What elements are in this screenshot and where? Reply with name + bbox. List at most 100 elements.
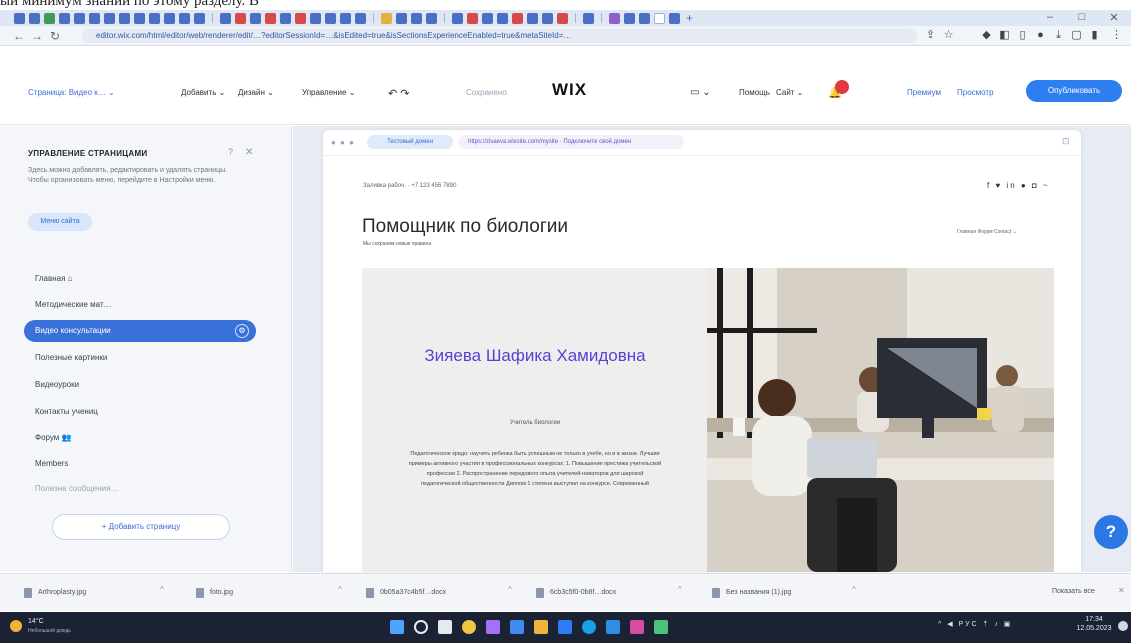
tab-icon[interactable]	[355, 12, 366, 24]
tab-icon[interactable]	[340, 12, 351, 24]
share-icon[interactable]: ⇪	[924, 29, 937, 42]
tab-icon[interactable]	[14, 12, 25, 24]
tab-icon[interactable]	[583, 12, 594, 24]
tab-icon[interactable]	[452, 12, 463, 24]
chevron-up-icon[interactable]: ^	[678, 585, 682, 594]
page-item-members[interactable]: Members	[35, 459, 68, 468]
page-item-videolessons[interactable]: Видеоуроки	[35, 380, 79, 389]
site-navigation[interactable]: Главная Форум Contact ⌄	[957, 229, 1017, 235]
store-icon[interactable]	[558, 620, 572, 634]
reload-icon[interactable]: ↻	[46, 29, 64, 43]
telegram-icon[interactable]	[582, 620, 596, 634]
preview-button[interactable]: Просмотр	[957, 88, 994, 97]
tab-icon[interactable]	[194, 12, 205, 24]
pin-icon[interactable]: ▮	[1088, 29, 1101, 42]
help-menu[interactable]: Помощь	[739, 88, 770, 97]
forward-arrow-icon[interactable]: →	[28, 29, 46, 43]
tab-icon[interactable]	[29, 12, 40, 24]
word-icon[interactable]	[606, 620, 620, 634]
tab-icon[interactable]	[310, 12, 321, 24]
tab-icon[interactable]	[497, 12, 508, 24]
tab-icon[interactable]	[250, 12, 261, 24]
puzzle-icon[interactable]: ◧	[998, 29, 1011, 42]
tab-icon[interactable]	[265, 12, 276, 24]
maximize-button[interactable]: □	[1072, 11, 1092, 23]
collections-icon[interactable]: ▢	[1070, 29, 1083, 42]
chrome-icon[interactable]	[462, 620, 476, 634]
manage-menu[interactable]: Управление ⌄	[302, 88, 355, 97]
undo-icon[interactable]: ↶ ↷	[388, 87, 410, 100]
tab-icon[interactable]	[89, 12, 100, 24]
start-icon[interactable]	[390, 620, 404, 634]
close-icon[interactable]: ✕	[245, 147, 253, 158]
taskbar-clock[interactable]: 17:34 12.05.2023	[1075, 615, 1113, 633]
chevron-up-icon[interactable]: ^	[338, 585, 342, 594]
social-icons[interactable]: f ♥ in ● ◘ ~	[987, 181, 1050, 190]
tab-icon[interactable]	[179, 12, 190, 24]
notification-center-icon[interactable]	[1118, 621, 1128, 631]
help-icon[interactable]: ?	[228, 147, 233, 157]
hero-office-photo[interactable]	[707, 268, 1054, 572]
app3-icon[interactable]	[654, 620, 668, 634]
profile-icon[interactable]: ●	[1034, 29, 1047, 42]
file-explorer-icon[interactable]	[534, 620, 548, 634]
domain-chip[interactable]: Тестовый домен	[367, 135, 453, 149]
upgrade-button[interactable]: Премиум	[907, 88, 941, 97]
back-arrow-icon[interactable]: ←	[10, 29, 28, 43]
minimize-button[interactable]: –	[1040, 11, 1060, 23]
download-item[interactable]: 6cb3c5f0-0b8f…docx	[536, 586, 616, 600]
gear-icon[interactable]: ⚙	[235, 324, 249, 338]
tab-icon[interactable]	[325, 12, 336, 24]
tab-icon[interactable]	[467, 12, 478, 24]
add-menu[interactable]: Добавить ⌄	[181, 88, 225, 97]
bookmark-star-icon[interactable]: ☆	[942, 29, 955, 42]
tab-icon[interactable]	[44, 12, 55, 24]
page-item-messages[interactable]: Полезна сообщения…	[35, 484, 118, 493]
show-all-downloads[interactable]: Показать все	[1052, 588, 1095, 595]
address-input[interactable]: editor.wix.com/html/editor/web/renderer/…	[82, 29, 917, 43]
tab-icon[interactable]	[295, 12, 306, 24]
page-item-video-selected[interactable]: Видео консультации ⚙	[24, 320, 256, 342]
page-item-contacts[interactable]: Контакты учениц	[35, 407, 98, 416]
domain-url-chip[interactable]: https://zivaeva.wixsite.com/mysite · Под…	[458, 135, 684, 149]
browser-menu-icon[interactable]: ⋮	[1110, 29, 1123, 42]
download-item[interactable]: Arthroplasty.jpg	[24, 586, 86, 600]
tab-icon[interactable]	[542, 12, 553, 24]
tab-icon[interactable]	[609, 12, 620, 24]
page-item-methods[interactable]: Методические мат…	[35, 300, 112, 309]
search-icon[interactable]	[414, 620, 428, 634]
tab-icon[interactable]	[512, 12, 523, 24]
download-item[interactable]: foto.jpg	[196, 586, 233, 600]
tab-icon[interactable]	[527, 12, 538, 24]
design-menu[interactable]: Дизайн ⌄	[238, 88, 274, 97]
tab-icon[interactable]	[280, 12, 291, 24]
new-tab-button[interactable]: +	[684, 12, 695, 24]
tab-icon[interactable]	[74, 12, 85, 24]
tab-active[interactable]	[654, 12, 665, 24]
tab-icon[interactable]	[381, 12, 392, 24]
add-page-button[interactable]: + Добавить страницу	[52, 514, 230, 540]
tab-icon[interactable]	[557, 12, 568, 24]
chevron-up-icon[interactable]: ^	[160, 585, 164, 594]
page-item-home[interactable]: Главная ⌂	[35, 274, 73, 283]
weather-widget[interactable]: 14°C Небольшой дождь	[10, 616, 120, 638]
tab-icon[interactable]	[104, 12, 115, 24]
tab-icon[interactable]	[624, 12, 635, 24]
device-switch-icon[interactable]: ▭ ⌄	[690, 87, 711, 98]
page-selector[interactable]: Страница: Видео к… ⌄	[28, 88, 115, 97]
system-tray[interactable]: ^ ◀ РУС ⇡ ♪ ▣	[938, 620, 1012, 628]
tab-icon[interactable]	[235, 12, 246, 24]
download-icon[interactable]: ⤓	[1052, 29, 1065, 42]
fullscreen-icon[interactable]: ⊡	[1062, 136, 1070, 147]
site-title[interactable]: Помощник по биологии	[362, 216, 568, 238]
tab-icon[interactable]	[119, 12, 130, 24]
tab-icon[interactable]	[482, 12, 493, 24]
chevron-up-icon[interactable]: ^	[852, 585, 856, 594]
hero-name[interactable]: Зияева Шафика Хамидовна	[415, 344, 655, 367]
chevron-up-icon[interactable]: ^	[508, 585, 512, 594]
window-close-button[interactable]: ✕	[1104, 11, 1124, 24]
tab-icon[interactable]	[669, 12, 680, 24]
extension-icon[interactable]: ◆	[980, 29, 993, 42]
tab-icon[interactable]	[164, 12, 175, 24]
tab-icon[interactable]	[134, 12, 145, 24]
